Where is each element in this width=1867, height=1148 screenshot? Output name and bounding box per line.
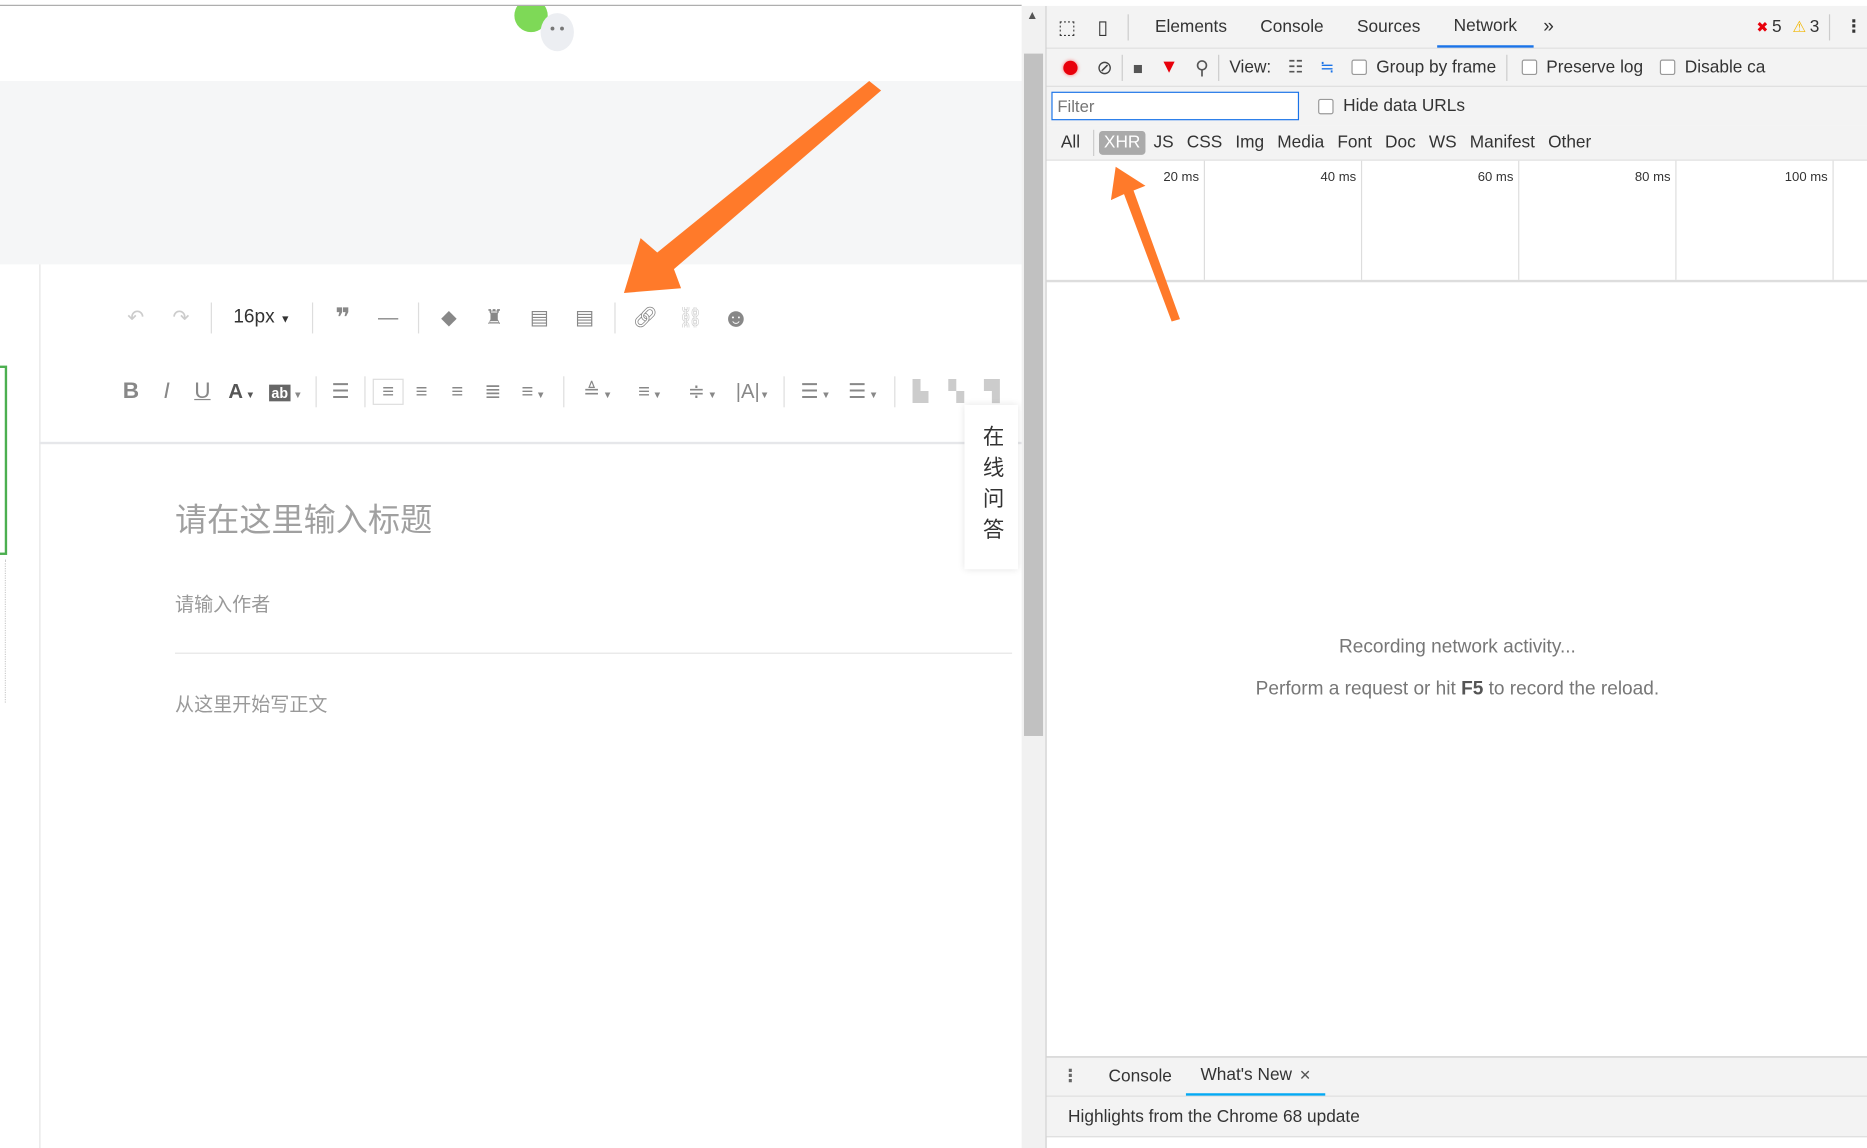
arrow-to-link-icon <box>623 80 882 293</box>
arrow-to-xhr-filter <box>1110 166 1180 322</box>
annotation-arrows <box>623 80 1180 322</box>
